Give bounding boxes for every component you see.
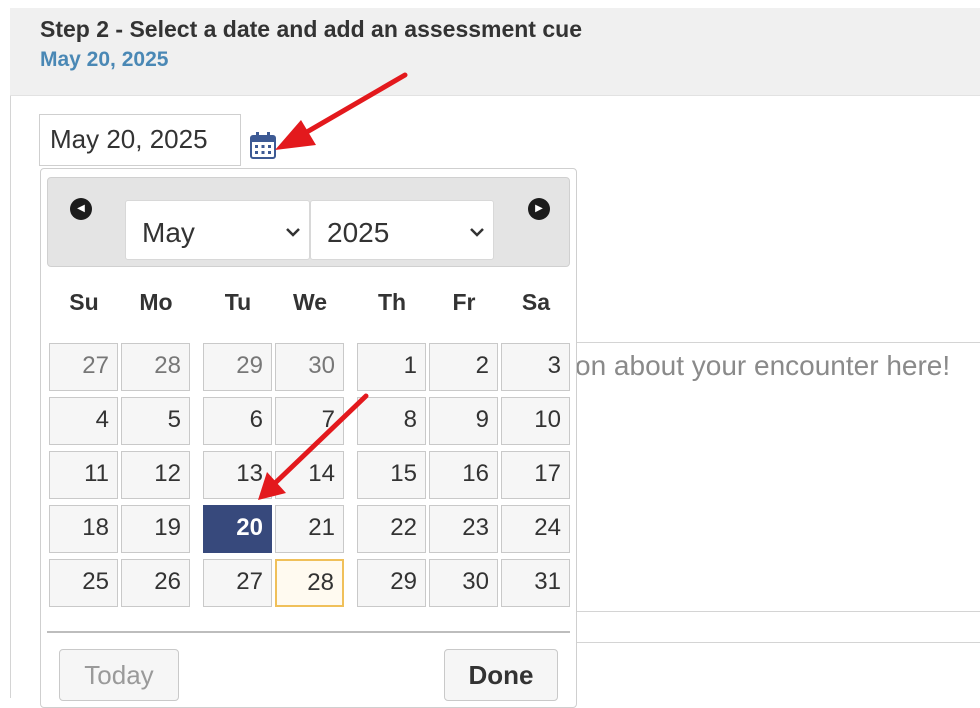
done-button[interactable]: Done [444,649,558,701]
divider [560,642,980,643]
day-cell[interactable]: 1 [357,343,426,391]
day-cell[interactable]: 26 [121,559,190,607]
day-cell[interactable]: 3 [501,343,570,391]
step-title: Step 2 - Select a date and add an assess… [40,16,582,42]
day-cell[interactable]: 29 [203,343,272,391]
day-cell[interactable]: 30 [275,343,344,391]
day-cell[interactable]: 31 [501,559,570,607]
today-button[interactable]: Today [59,649,179,701]
day-cell[interactable]: 5 [121,397,190,445]
day-cell[interactable]: 30 [429,559,498,607]
day-cell[interactable]: 19 [121,505,190,553]
weekday-label: Tu [224,289,252,315]
textarea-placeholder: on about your encounter here! [575,350,951,381]
day-cell[interactable]: 23 [429,505,498,553]
day-cell[interactable]: 2 [429,343,498,391]
day-cell[interactable]: 17 [501,451,570,499]
day-cell[interactable]: 11 [49,451,118,499]
day-cell[interactable]: 4 [49,397,118,445]
day-cell[interactable]: 7 [275,397,344,445]
weekday-label: Th [377,289,407,315]
year-select[interactable]: 2025 [310,200,494,260]
prev-month-icon[interactable]: ◀ [70,198,92,220]
day-cell[interactable]: 15 [357,451,426,499]
datepicker-header: ◀ May 2025 ▶ [47,177,570,267]
top-strip [0,0,980,8]
day-cell[interactable]: 25 [49,559,118,607]
day-cell[interactable]: 13 [203,451,272,499]
weekday-label: Su [69,289,99,315]
encounter-textarea[interactable] [560,342,980,612]
day-cell[interactable]: 18 [49,505,118,553]
date-input[interactable]: May 20, 2025 [39,114,241,166]
weekday-label: Sa [521,289,551,315]
step-header: Step 2 - Select a date and add an assess… [10,8,980,96]
calendar-icon[interactable] [249,130,277,160]
chevron-down-icon [470,228,484,237]
next-month-icon[interactable]: ▶ [528,198,550,220]
weekday-label: Mo [139,289,173,315]
day-cell[interactable]: 24 [501,505,570,553]
day-cell[interactable]: 10 [501,397,570,445]
panel-border [10,96,11,698]
day-cell-today[interactable]: 28 [275,559,344,607]
day-cell-selected[interactable]: 20 [203,505,272,553]
weekday-label: We [292,289,328,315]
day-cell[interactable]: 9 [429,397,498,445]
day-cell[interactable]: 14 [275,451,344,499]
day-cell[interactable]: 8 [357,397,426,445]
month-select-value: May [142,217,195,248]
day-cell[interactable]: 16 [429,451,498,499]
year-select-value: 2025 [327,217,390,248]
day-cell[interactable]: 29 [357,559,426,607]
day-cell[interactable]: 12 [121,451,190,499]
datepicker-popup: ◀ May 2025 ▶ Su Mo Tu We Th Fr Sa 27 28 29… [40,168,577,708]
selected-date-label: May 20, 2025 [40,48,169,71]
day-cell[interactable]: 27 [49,343,118,391]
chevron-down-icon [286,228,300,237]
day-cell[interactable]: 27 [203,559,272,607]
month-select[interactable]: May [125,200,310,260]
datepicker-divider [47,631,570,633]
day-cell[interactable]: 28 [121,343,190,391]
day-cell[interactable]: 22 [357,505,426,553]
weekday-label: Fr [452,289,476,315]
day-cell[interactable]: 6 [203,397,272,445]
day-cell[interactable]: 21 [275,505,344,553]
